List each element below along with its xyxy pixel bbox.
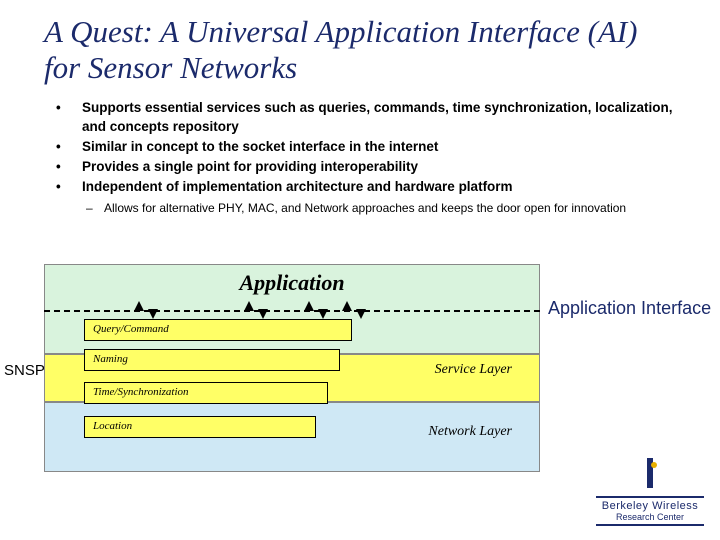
bullet-list: Supports essential services such as quer… (0, 95, 720, 216)
arrow-down-icon (258, 309, 268, 319)
architecture-diagram: Application Service Layer Network Layer … (44, 264, 540, 496)
arrow-down-icon (318, 309, 328, 319)
naming-box: Naming (84, 349, 340, 371)
application-header: Application (44, 270, 540, 296)
arrow-up-icon (244, 301, 254, 311)
arrow-up-icon (342, 301, 352, 311)
bullet-item: Provides a single point for providing in… (56, 158, 680, 176)
arrow-up-icon (134, 301, 144, 311)
service-layer-label: Service Layer (435, 362, 512, 378)
bullet-item: Supports essential services such as quer… (56, 99, 680, 135)
query-command-box: Query/Command (84, 319, 352, 341)
logo-line2: Research Center (596, 512, 704, 522)
logo-line1: Berkeley Wireless (596, 500, 704, 512)
interface-line (44, 310, 540, 312)
sub-bullet-item: Allows for alternative PHY, MAC, and Net… (82, 200, 680, 216)
network-layer-label: Network Layer (428, 424, 512, 440)
slide-title: A Quest: A Universal Application Interfa… (0, 14, 720, 95)
campanile-icon (641, 458, 659, 494)
berkeley-logo: Berkeley Wireless Research Center (596, 458, 704, 528)
arrow-down-icon (148, 309, 158, 319)
bullet-item: Independent of implementation architectu… (56, 178, 680, 216)
arrow-up-icon (304, 301, 314, 311)
application-interface-label: Application Interface (548, 298, 711, 319)
location-box: Location (84, 416, 316, 438)
arrow-down-icon (356, 309, 366, 319)
bullet-item: Similar in concept to the socket interfa… (56, 138, 680, 156)
snsp-label: SNSP (4, 362, 45, 379)
time-sync-box: Time/Synchronization (84, 382, 328, 404)
bullet-text: Independent of implementation architectu… (82, 179, 513, 194)
